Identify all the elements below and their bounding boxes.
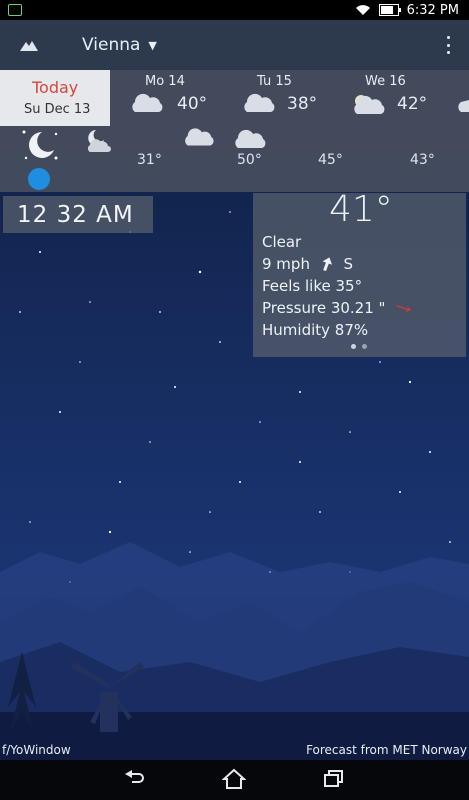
partly-cloudy-icon [349,92,385,120]
forecast-day[interactable]: We 16 42° [354,70,465,126]
pressure-trend-arrow-icon [396,305,412,312]
hour-temp: 50° [237,152,262,168]
day-temp: 38° [287,94,318,114]
recent-apps-button[interactable] [322,768,348,792]
cloud-icon [455,92,469,118]
wind-direction: S [343,255,354,273]
chevron-down-icon: ▼ [148,38,157,52]
today-date: Su Dec 13 [24,102,91,117]
feels-like: Feels like 35° [262,277,363,295]
tab-today[interactable]: Today Su Dec 13 [0,70,110,126]
wind-speed: 9 mph [262,255,310,273]
forecast-strip: Today Su Dec 13 Mo 14 40° Tu 15 38° We 1… [0,70,469,192]
top-bar: Vienna ▼ [0,20,469,70]
forecast-day[interactable]: Tu 15 38° [244,70,357,126]
location-name: Vienna [82,35,141,55]
day-temp: 42° [397,94,428,114]
home-button[interactable] [221,768,248,792]
day-temp: 40° [177,94,208,114]
status-time: 6:32 PM [406,2,459,18]
mountain-icon [20,41,38,51]
battery-icon [378,4,401,16]
hour-temp: 45° [318,152,343,168]
today-label: Today [32,78,79,97]
forecast-source-link[interactable]: Forecast from MET Norway [306,743,467,757]
system-navigation-bar [0,760,469,800]
wind-row: 9 mph S [262,255,353,273]
pressure-row: Pressure 30.21 " [262,299,412,317]
notification-icon [8,4,22,16]
cloud-icon [232,128,268,154]
current-temperature: 41° [329,189,393,230]
wifi-icon [355,5,370,15]
landscape-button[interactable] [14,30,44,60]
cloud-icon [129,92,165,118]
home-icon [221,768,247,789]
back-button[interactable] [122,768,148,792]
forecast-day-partial[interactable] [455,70,469,126]
location-selector[interactable]: Vienna ▼ [82,35,157,55]
current-conditions-panel[interactable]: 41° Clear 9 mph S Feels like 35° Pressur… [253,189,466,357]
moon-cloud-icon [84,128,114,158]
hour-temp: 31° [137,152,162,168]
wind-arrow-icon [322,257,332,272]
moon-icon [20,128,60,166]
pressure: Pressure 30.21 " [262,299,386,317]
cloud-icon [241,92,277,118]
recent-apps-icon [324,770,343,787]
page-indicator[interactable] [351,344,367,349]
forecast-day[interactable]: Mo 14 40° [132,70,245,126]
local-time-display: 12 32 AM [3,196,153,233]
humidity: Humidity 87% [262,321,369,339]
day-name: Mo 14 [145,74,185,89]
hour-temp: 43° [410,152,435,168]
overflow-menu-button[interactable] [445,36,451,54]
status-bar: 6:32 PM [0,0,469,20]
day-name: We 16 [365,74,406,89]
facebook-link[interactable]: f/YoWindow [2,743,71,757]
day-name: Tu 15 [257,74,292,89]
condition-text: Clear [262,233,302,251]
back-icon [125,770,144,783]
cloud-icon [182,126,216,152]
time-scrubber-handle[interactable] [28,168,50,190]
